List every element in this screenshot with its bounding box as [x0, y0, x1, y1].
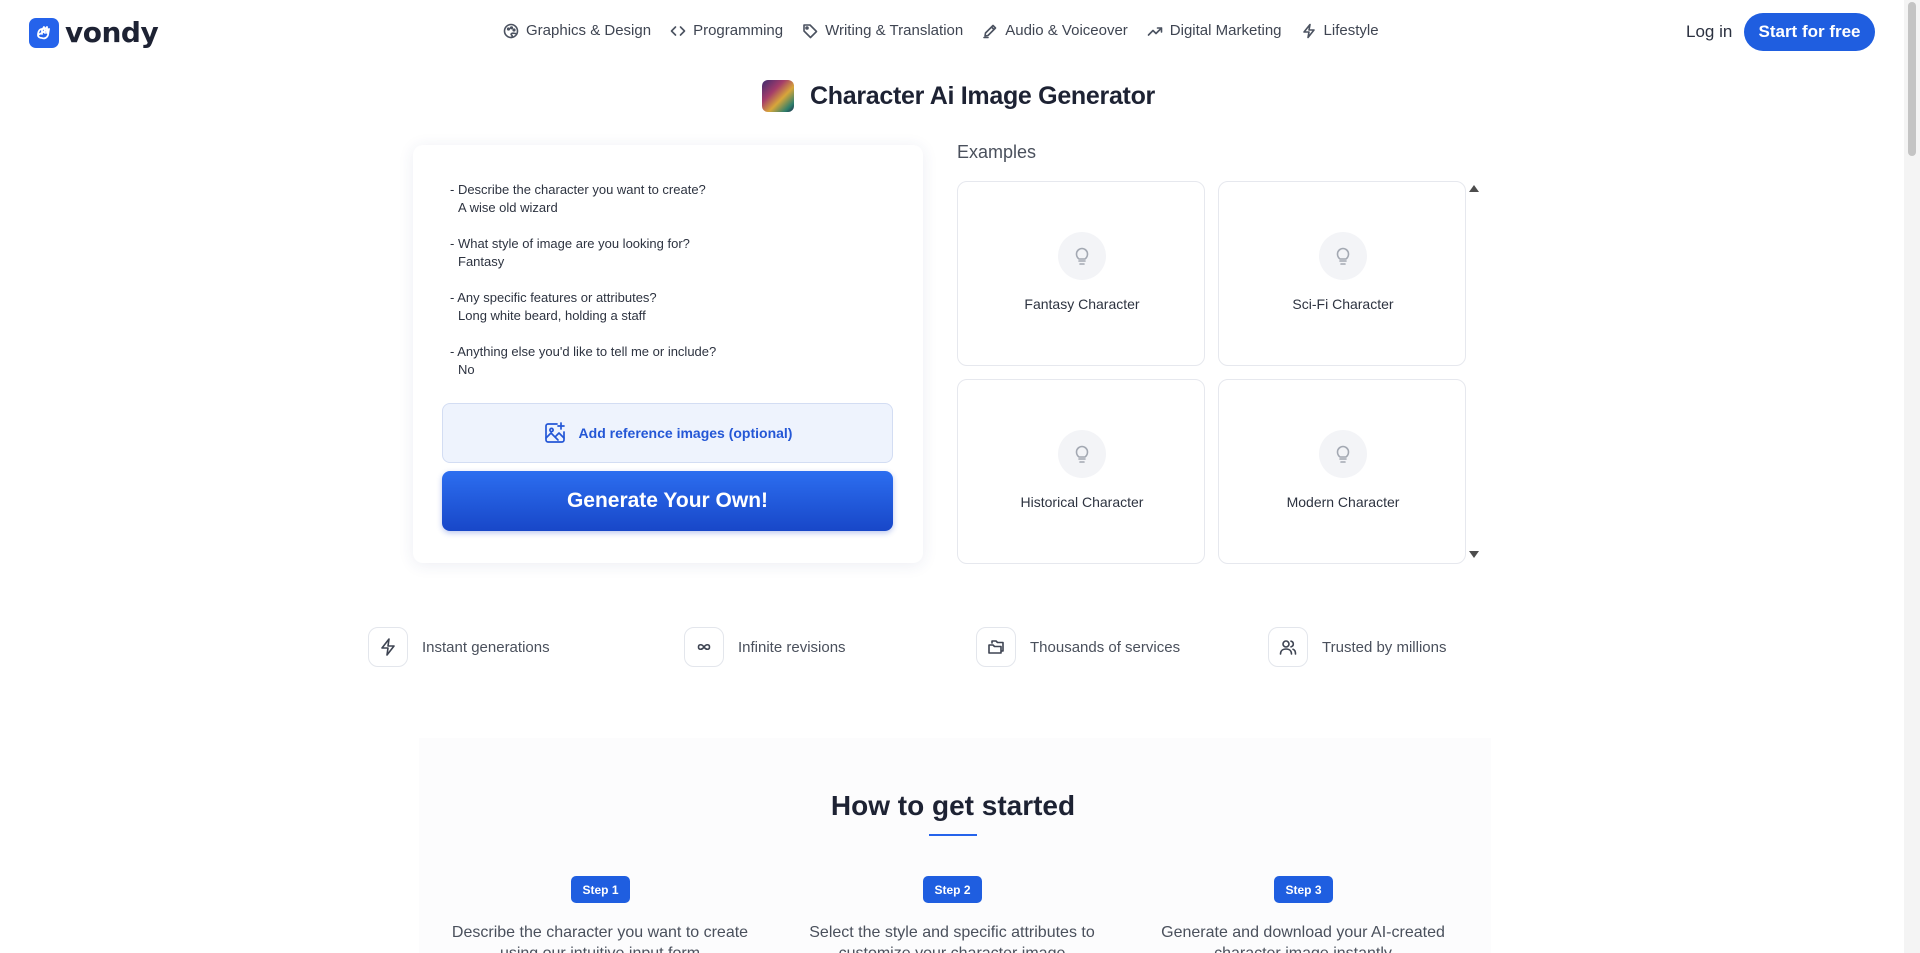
page-scrollbar[interactable] — [1904, 0, 1920, 953]
form-answer: No — [458, 362, 475, 377]
code-icon — [670, 25, 686, 36]
example-card-scifi[interactable]: Sci-Fi Character — [1218, 181, 1466, 366]
folders-icon — [976, 627, 1016, 667]
nav-audio-voiceover[interactable]: Audio & Voiceover — [982, 22, 1128, 39]
page-title: Character Ai Image Generator — [810, 81, 1155, 110]
example-card-label: Sci-Fi Character — [1292, 296, 1394, 312]
feature-infinite-revisions: Infinite revisions — [684, 627, 846, 667]
login-link[interactable]: Log in — [1686, 22, 1732, 42]
nav-label: Graphics & Design — [526, 22, 652, 39]
step-3-text: Generate and download your AI-created ch… — [1161, 924, 1445, 953]
step-3-badge: Step 3 — [1274, 876, 1333, 903]
lightbulb-icon — [1058, 430, 1106, 478]
how-to-underline — [929, 834, 977, 836]
form-item[interactable]: - What style of image are you looking fo… — [450, 235, 870, 271]
feature-thousands-of-services: Thousands of services — [976, 627, 1180, 667]
feature-label: Trusted by millions — [1322, 638, 1447, 656]
form-answer: Long white beard, holding a staff — [458, 308, 646, 323]
category-nav: Graphics & Design Programming Writing & … — [503, 22, 1398, 39]
form-question: - Anything else you'd like to tell me or… — [450, 344, 717, 359]
feature-trusted-by-millions: Trusted by millions — [1268, 627, 1446, 667]
lightbulb-icon — [1319, 430, 1367, 478]
character-thumbnail-image — [762, 80, 794, 112]
site-header: vondy Graphics & Design Programming Writ… — [0, 0, 1920, 64]
nav-writing-translation[interactable]: Writing & Translation — [802, 22, 963, 39]
nav-digital-marketing[interactable]: Digital Marketing — [1147, 22, 1282, 39]
nav-label: Audio & Voiceover — [1005, 22, 1128, 39]
form-answer: A wise old wizard — [458, 200, 558, 215]
example-card-label: Fantasy Character — [1024, 296, 1140, 312]
add-reference-images-button[interactable]: Add reference images (optional) — [442, 403, 893, 463]
pen-icon — [983, 24, 997, 38]
logo-text: vondy — [65, 16, 159, 49]
nav-label: Programming — [693, 22, 784, 39]
form-question: - Any specific features or attributes? — [450, 290, 657, 305]
example-card-modern[interactable]: Modern Character — [1218, 379, 1466, 564]
generate-button[interactable]: Generate Your Own! — [442, 471, 893, 531]
form-answer: Fantasy — [458, 254, 505, 269]
page-title-row: Character Ai Image Generator — [762, 80, 1155, 112]
image-plus-icon — [544, 422, 565, 443]
users-icon — [1268, 627, 1308, 667]
palette-icon — [503, 23, 519, 38]
feature-label: Instant generations — [422, 638, 550, 656]
form-item[interactable]: - Describe the character you want to cre… — [450, 181, 870, 217]
nav-label: Digital Marketing — [1169, 22, 1282, 39]
examples-heading: Examples — [957, 142, 1037, 162]
step-1-text: Describe the character you want to creat… — [451, 924, 749, 953]
trending-up-icon — [1147, 26, 1163, 36]
examples-scroll-down-icon[interactable] — [1469, 551, 1479, 558]
form-item[interactable]: - Any specific features or attributes? L… — [450, 289, 870, 325]
example-card-label: Historical Character — [1020, 494, 1144, 510]
step-2-badge: Step 2 — [923, 876, 982, 903]
feature-instant-generations: Instant generations — [368, 627, 550, 667]
step-1-badge: Step 1 — [571, 876, 630, 903]
page-scrollbar-thumb[interactable] — [1908, 2, 1916, 156]
start-for-free-button[interactable]: Start for free — [1744, 13, 1875, 51]
example-card-historical[interactable]: Historical Character — [957, 379, 1205, 564]
bolt-icon — [368, 627, 408, 667]
infinity-icon — [684, 627, 724, 667]
tag-icon — [803, 23, 818, 38]
example-card-label: Modern Character — [1286, 494, 1400, 510]
nav-programming[interactable]: Programming — [670, 22, 783, 39]
how-to-title: How to get started — [830, 790, 1076, 821]
step-2-text: Select the style and specific attributes… — [809, 924, 1095, 953]
feature-label: Infinite revisions — [738, 638, 846, 656]
nav-graphics-design[interactable]: Graphics & Design — [503, 22, 651, 39]
example-card-fantasy[interactable]: Fantasy Character — [957, 181, 1205, 366]
form-question: - What style of image are you looking fo… — [450, 236, 690, 251]
vondy-logo[interactable]: vondy — [29, 16, 159, 49]
nav-label: Lifestyle — [1323, 22, 1379, 39]
examples-scroll-up-icon[interactable] — [1469, 185, 1479, 192]
form-question: - Describe the character you want to cre… — [450, 182, 706, 197]
generator-form-card: - Describe the character you want to cre… — [413, 145, 923, 563]
how-to-section — [419, 738, 1491, 953]
lightbulb-icon — [1058, 232, 1106, 280]
lightbulb-icon — [1319, 232, 1367, 280]
form-item[interactable]: - Anything else you'd like to tell me or… — [450, 343, 870, 379]
logo-hand-icon — [29, 17, 59, 48]
nav-label: Writing & Translation — [825, 22, 964, 39]
nav-lifestyle[interactable]: Lifestyle — [1301, 22, 1379, 39]
bolt-icon — [1302, 23, 1315, 38]
add-reference-images-label: Add reference images (optional) — [578, 425, 793, 441]
feature-label: Thousands of services — [1030, 638, 1181, 656]
